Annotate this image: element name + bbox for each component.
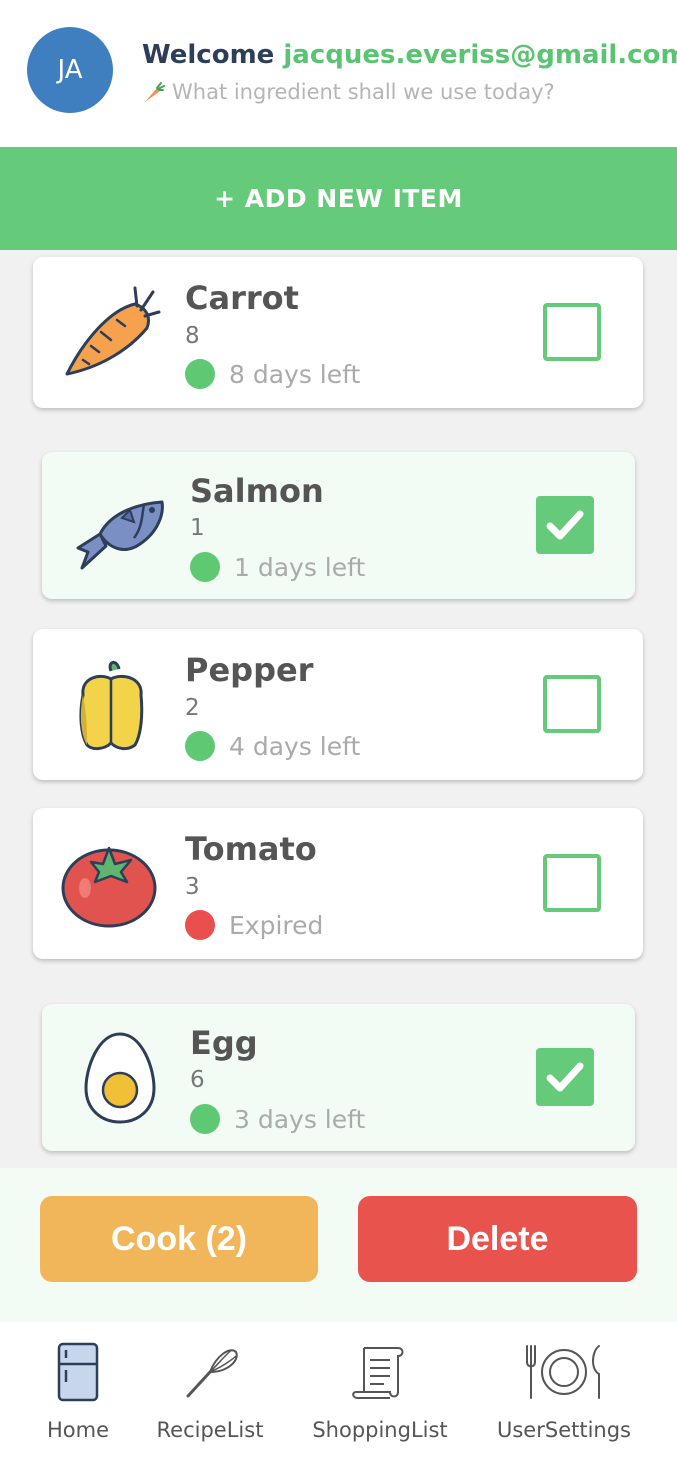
add-new-item-button[interactable]: + ADD NEW ITEM <box>0 147 677 250</box>
tomato-icon <box>61 846 157 928</box>
status-dot <box>185 910 215 940</box>
item-quantity: 3 <box>185 874 200 900</box>
delete-button[interactable]: Delete <box>358 1196 637 1282</box>
item-status-text: 3 days left <box>234 1104 366 1134</box>
avatar[interactable]: JA <box>27 27 113 113</box>
bottom-tab-bar: Home RecipeList ShoppingList UserSetting… <box>0 1322 677 1469</box>
item-name: Salmon <box>190 472 324 510</box>
cook-button[interactable]: Cook (2) <box>40 1196 318 1282</box>
tab-label: RecipeList <box>156 1418 264 1442</box>
status-dot <box>190 552 220 582</box>
plate-cutlery-icon <box>526 1345 600 1399</box>
checkmark-icon <box>546 1062 584 1092</box>
tab-label: ShoppingList <box>312 1418 448 1442</box>
list-item[interactable]: Tomato 3 Expired <box>33 808 643 959</box>
item-name: Pepper <box>185 651 314 689</box>
item-name: Tomato <box>185 830 317 868</box>
welcome-text: Welcome jacques.everiss@gmail.com <box>142 40 677 70</box>
item-quantity: 1 <box>190 515 205 541</box>
tab-usersettings[interactable]: UserSettings <box>492 1322 636 1469</box>
status-dot <box>190 1104 220 1134</box>
user-email: jacques.everiss@gmail.com <box>283 40 677 70</box>
egg-icon <box>84 1032 156 1124</box>
subtitle: What ingredient shall we use today? <box>142 80 555 104</box>
item-status: 4 days left <box>185 731 360 761</box>
item-checkbox[interactable] <box>543 303 601 361</box>
fridge-icon <box>57 1342 99 1402</box>
item-status-text: 8 days left <box>229 359 361 389</box>
item-name: Egg <box>190 1024 258 1062</box>
item-checkbox[interactable] <box>543 854 601 912</box>
item-status: Expired <box>185 910 323 940</box>
checkmark-icon <box>546 510 584 540</box>
list-item[interactable]: Carrot 8 8 days left <box>33 257 643 408</box>
action-bar: Cook (2) Delete <box>0 1168 677 1322</box>
item-name: Carrot <box>185 279 299 317</box>
item-status-text: Expired <box>229 910 324 940</box>
bell-pepper-icon <box>79 661 144 751</box>
whisk-icon <box>186 1349 238 1398</box>
receipt-icon <box>352 1347 404 1399</box>
item-checkbox[interactable] <box>536 1048 594 1106</box>
subtitle-text: What ingredient shall we use today? <box>172 80 555 104</box>
item-quantity: 8 <box>185 323 200 349</box>
tab-label: UserSettings <box>497 1418 631 1442</box>
status-dot <box>185 359 215 389</box>
list-item[interactable]: Egg 6 3 days left <box>42 1004 635 1151</box>
item-status: 8 days left <box>185 359 360 389</box>
header: JA Welcome jacques.everiss@gmail.com Wha… <box>0 0 677 147</box>
item-checkbox[interactable] <box>543 675 601 733</box>
tab-home[interactable]: Home <box>36 1322 120 1469</box>
carrot-icon <box>65 286 161 376</box>
carrot-icon <box>145 82 165 102</box>
item-quantity: 2 <box>185 695 200 721</box>
item-checkbox[interactable] <box>536 496 594 554</box>
item-quantity: 6 <box>190 1067 205 1093</box>
fish-icon <box>76 500 164 570</box>
item-status-text: 1 days left <box>234 552 366 582</box>
welcome-prefix: Welcome <box>142 40 284 70</box>
list-item[interactable]: Salmon 1 1 days left <box>42 452 635 599</box>
status-dot <box>185 731 215 761</box>
list-item[interactable]: Pepper 2 4 days left <box>33 629 643 780</box>
item-status: 3 days left <box>190 1104 365 1134</box>
tab-label: Home <box>46 1418 109 1442</box>
item-status-text: 4 days left <box>229 731 361 761</box>
tab-recipelist[interactable]: RecipeList <box>150 1322 270 1469</box>
tab-shoppinglist[interactable]: ShoppingList <box>306 1322 454 1469</box>
item-status: 1 days left <box>190 552 365 582</box>
